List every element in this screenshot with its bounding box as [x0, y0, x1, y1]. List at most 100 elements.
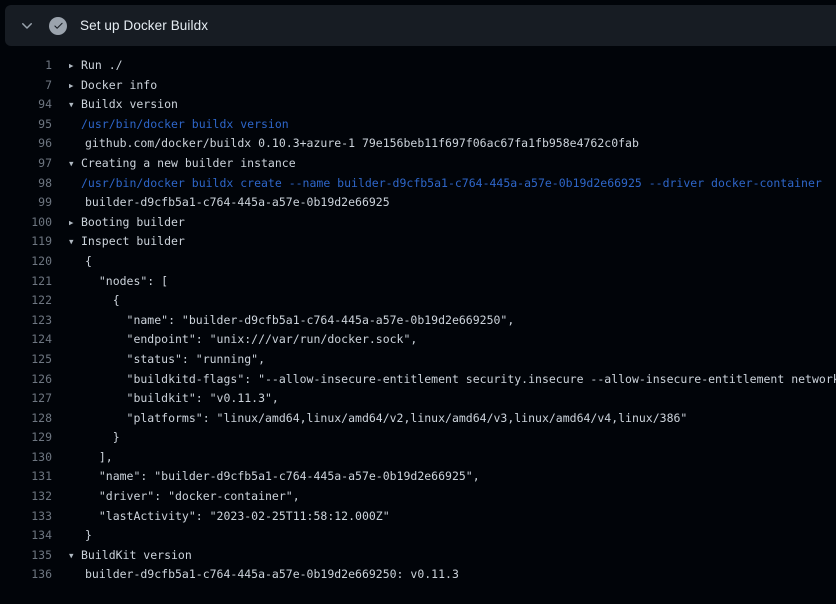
triangle-icon	[69, 467, 81, 487]
line-number-link[interactable]: 121	[0, 272, 52, 292]
log-line: 126 "buildkitd-flags": "--allow-insecure…	[0, 370, 836, 390]
log-line[interactable]: 119 ▼ Inspect builder	[0, 232, 836, 252]
line-number-link[interactable]: 98	[0, 174, 52, 194]
triangle-icon	[69, 487, 81, 507]
log-line[interactable]: 7 ▶ Docker info	[0, 76, 836, 96]
log-line: 120 {	[0, 252, 836, 272]
log-line: 132 "driver": "docker-container",	[0, 487, 836, 507]
log-line[interactable]: 94 ▼ Buildx version	[0, 95, 836, 115]
log-line: 123 "name": "builder-d9cfb5a1-c764-445a-…	[0, 311, 836, 331]
log-text: "endpoint": "unix:///var/run/docker.sock…	[81, 330, 417, 350]
expanded-triangle-icon[interactable]: ▼	[69, 154, 81, 174]
log-text: "name": "builder-d9cfb5a1-c764-445a-a57e…	[81, 311, 514, 331]
log-line[interactable]: 135 ▼ BuildKit version	[0, 546, 836, 566]
line-number-link[interactable]: 1	[0, 56, 52, 76]
log-line: 98 /usr/bin/docker buildx create --name …	[0, 174, 836, 194]
check-circle-icon	[49, 17, 67, 35]
log-text: Booting builder	[81, 213, 185, 233]
line-number-link[interactable]: 132	[0, 487, 52, 507]
log-text: }	[81, 428, 120, 448]
line-number-link[interactable]: 100	[0, 213, 52, 233]
log-text: "lastActivity": "2023-02-25T11:58:12.000…	[81, 507, 390, 527]
collapsed-triangle-icon[interactable]: ▶	[69, 76, 81, 96]
line-number-link[interactable]: 123	[0, 311, 52, 331]
log-text: "status": "running",	[81, 350, 265, 370]
log-line: 131 "name": "builder-d9cfb5a1-c764-445a-…	[0, 467, 836, 487]
line-number-link[interactable]: 124	[0, 330, 52, 350]
triangle-icon	[69, 252, 81, 272]
triangle-icon	[69, 526, 81, 546]
log-line[interactable]: 100 ▶ Booting builder	[0, 213, 836, 233]
line-number-link[interactable]: 97	[0, 154, 52, 174]
log-text: "platforms": "linux/amd64,linux/amd64/v2…	[81, 409, 687, 429]
expanded-triangle-icon[interactable]: ▼	[69, 95, 81, 115]
line-number-link[interactable]: 131	[0, 467, 52, 487]
triangle-icon	[69, 193, 81, 213]
expanded-triangle-icon[interactable]: ▼	[69, 546, 81, 566]
line-number-link[interactable]: 126	[0, 370, 52, 390]
collapsed-triangle-icon[interactable]: ▶	[69, 213, 81, 233]
triangle-icon	[69, 115, 81, 135]
log-text: github.com/docker/buildx 0.10.3+azure-1 …	[81, 134, 639, 154]
line-number-link[interactable]: 95	[0, 115, 52, 135]
log-line: 124 "endpoint": "unix:///var/run/docker.…	[0, 330, 836, 350]
triangle-icon	[69, 350, 81, 370]
log-line: 136 builder-d9cfb5a1-c764-445a-a57e-0b19…	[0, 565, 836, 585]
log-line: 134 }	[0, 526, 836, 546]
log-line: 96 github.com/docker/buildx 0.10.3+azure…	[0, 134, 836, 154]
log-line[interactable]: 1 ▶ Run ./	[0, 56, 836, 76]
log-line: 95 /usr/bin/docker buildx version	[0, 115, 836, 135]
line-number-link[interactable]: 7	[0, 76, 52, 96]
log-text: Docker info	[81, 76, 157, 96]
log-text: /usr/bin/docker buildx create --name bui…	[81, 174, 822, 194]
line-number-link[interactable]: 136	[0, 565, 52, 585]
expanded-triangle-icon[interactable]: ▼	[69, 232, 81, 252]
line-number-link[interactable]: 128	[0, 409, 52, 429]
line-number-link[interactable]: 135	[0, 546, 52, 566]
log-text: ],	[81, 448, 113, 468]
triangle-icon	[69, 291, 81, 311]
log-text: {	[81, 291, 120, 311]
log-viewer: 1 ▶ Run ./ 7 ▶ Docker info 94 ▼ Buildx v…	[0, 46, 836, 604]
line-number-link[interactable]: 133	[0, 507, 52, 527]
line-number-link[interactable]: 125	[0, 350, 52, 370]
log-text: builder-d9cfb5a1-c764-445a-a57e-0b19d2e6…	[81, 565, 459, 585]
line-number-link[interactable]: 96	[0, 134, 52, 154]
log-text: "driver": "docker-container",	[81, 487, 300, 507]
log-text: }	[81, 526, 92, 546]
line-number-link[interactable]: 127	[0, 389, 52, 409]
triangle-icon	[69, 311, 81, 331]
log-line: 125 "status": "running",	[0, 350, 836, 370]
log-text: "buildkitd-flags": "--allow-insecure-ent…	[81, 370, 836, 390]
triangle-icon	[69, 448, 81, 468]
log-text: builder-d9cfb5a1-c764-445a-a57e-0b19d2e6…	[81, 193, 390, 213]
triangle-icon	[69, 174, 81, 194]
line-number-link[interactable]: 99	[0, 193, 52, 213]
triangle-icon	[69, 330, 81, 350]
log-line: 99 builder-d9cfb5a1-c764-445a-a57e-0b19d…	[0, 193, 836, 213]
log-line[interactable]: 97 ▼ Creating a new builder instance	[0, 154, 836, 174]
log-text: {	[81, 252, 92, 272]
line-number-link[interactable]: 130	[0, 448, 52, 468]
triangle-icon	[69, 565, 81, 585]
line-number-link[interactable]: 119	[0, 232, 52, 252]
chevron-down-icon[interactable]	[19, 18, 35, 34]
triangle-icon	[69, 409, 81, 429]
line-number-link[interactable]: 94	[0, 95, 52, 115]
log-line: 127 "buildkit": "v0.11.3",	[0, 389, 836, 409]
step-title: Set up Docker Buildx	[80, 18, 208, 33]
log-text: Inspect builder	[81, 232, 185, 252]
triangle-icon	[69, 134, 81, 154]
line-number-link[interactable]: 134	[0, 526, 52, 546]
log-line: 129 }	[0, 428, 836, 448]
collapsed-triangle-icon[interactable]: ▶	[69, 56, 81, 76]
line-number-link[interactable]: 120	[0, 252, 52, 272]
log-line: 122 {	[0, 291, 836, 311]
line-number-link[interactable]: 129	[0, 428, 52, 448]
log-line: 133 "lastActivity": "2023-02-25T11:58:12…	[0, 507, 836, 527]
log-line: 130 ],	[0, 448, 836, 468]
log-text: Creating a new builder instance	[81, 154, 296, 174]
line-number-link[interactable]: 122	[0, 291, 52, 311]
step-header[interactable]: Set up Docker Buildx	[5, 5, 836, 46]
log-line: 128 "platforms": "linux/amd64,linux/amd6…	[0, 409, 836, 429]
